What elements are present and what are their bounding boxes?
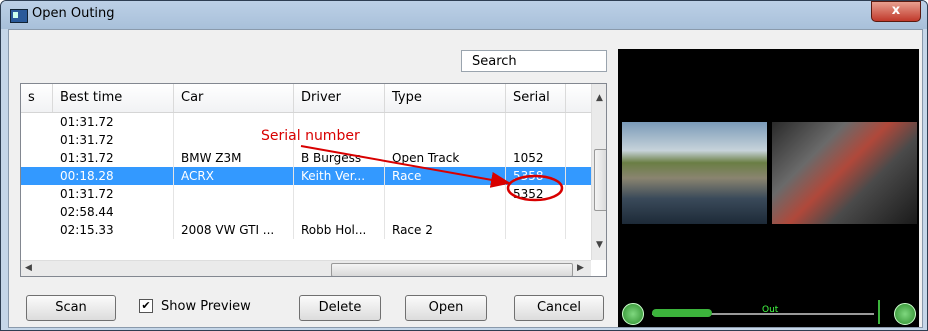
table-row[interactable]: 01:31.72 BMW Z3M B Burgess Open Track 10… xyxy=(21,149,591,167)
type-cell xyxy=(385,185,506,203)
car-cell xyxy=(174,185,294,203)
column-header-car[interactable]: Car xyxy=(174,84,294,112)
type-cell xyxy=(385,113,506,131)
best-time-cell: 01:31.72 xyxy=(53,185,174,203)
scroll-up-icon[interactable]: ▲ xyxy=(596,93,603,103)
driver-cell: Robb Hol... xyxy=(294,221,385,239)
column-header-best-time[interactable]: Best time xyxy=(53,84,174,112)
driver-cell xyxy=(294,203,385,221)
best-time-cell: 00:18.28 xyxy=(53,167,174,185)
serial-cell xyxy=(506,221,566,239)
driver-cell xyxy=(294,185,385,203)
timeline-progress[interactable] xyxy=(652,309,712,317)
scroll-left-icon[interactable]: ◀ xyxy=(25,263,32,273)
play-icon[interactable] xyxy=(622,303,644,325)
video-preview-panel: Out xyxy=(618,49,919,327)
delete-button[interactable]: Delete xyxy=(299,295,381,321)
car-cell: ACRX xyxy=(174,167,294,185)
serial-cell: 5352 xyxy=(506,185,566,203)
front-camera-video xyxy=(622,122,767,224)
show-preview-label: Show Preview xyxy=(161,299,251,314)
title-bar: Open Outing x xyxy=(1,1,927,29)
table-row-selected[interactable]: 00:18.28 ACRX Keith Ver... Race 5358 xyxy=(21,167,591,185)
column-header-s[interactable]: s xyxy=(21,84,53,112)
column-header-serial[interactable]: Serial xyxy=(506,84,566,112)
table-row[interactable]: 01:31.72 5352 xyxy=(21,185,591,203)
serial-cell: 5358 xyxy=(506,167,566,185)
out-marker[interactable] xyxy=(878,300,880,324)
serial-cell xyxy=(506,203,566,221)
annotation-label: Serial number xyxy=(261,128,360,144)
scan-button[interactable]: Scan xyxy=(26,295,116,321)
type-cell: Open Track xyxy=(385,149,506,167)
horizontal-scrollbar[interactable]: ◀ ▶ xyxy=(21,260,591,276)
cancel-button[interactable]: Cancel xyxy=(514,295,604,321)
car-cell: BMW Z3M xyxy=(174,149,294,167)
vertical-scrollbar[interactable]: ▲ ▼ xyxy=(591,84,606,260)
vertical-scroll-thumb[interactable] xyxy=(594,149,606,211)
car-cell: 2008 VW GTI ... xyxy=(174,221,294,239)
search-placeholder: Search xyxy=(472,54,517,69)
dialog-client-area: Search s Best time Car Driver Type Seria… xyxy=(8,29,923,328)
driver-cell: B Burgess xyxy=(294,149,385,167)
best-time-cell: 01:31.72 xyxy=(53,149,174,167)
horizontal-scroll-thumb[interactable] xyxy=(331,263,573,276)
outings-table: s Best time Car Driver Type Serial 01:31… xyxy=(20,83,607,277)
column-header-driver[interactable]: Driver xyxy=(294,84,385,112)
scroll-down-icon[interactable]: ▼ xyxy=(596,240,603,250)
serial-cell xyxy=(506,113,566,131)
best-time-cell: 01:31.72 xyxy=(53,113,174,131)
best-time-cell: 02:58.44 xyxy=(53,203,174,221)
volume-icon[interactable] xyxy=(894,303,916,325)
column-header-type[interactable]: Type xyxy=(385,84,506,112)
checkmark-icon: ✔ xyxy=(141,299,151,312)
close-button[interactable]: x xyxy=(871,1,921,22)
type-cell xyxy=(385,203,506,221)
type-cell: Race 2 xyxy=(385,221,506,239)
scroll-right-icon[interactable]: ▶ xyxy=(577,263,584,273)
search-input[interactable]: Search xyxy=(461,50,607,72)
type-cell xyxy=(385,131,506,149)
type-cell: Race xyxy=(385,167,506,185)
window-title: Open Outing xyxy=(32,6,115,21)
app-icon xyxy=(10,9,28,23)
open-button[interactable]: Open xyxy=(405,295,487,321)
show-preview-checkbox[interactable]: ✔ xyxy=(139,299,153,313)
car-cell xyxy=(174,203,294,221)
serial-cell xyxy=(506,131,566,149)
table-header: s Best time Car Driver Type Serial xyxy=(21,84,591,113)
serial-cell: 1052 xyxy=(506,149,566,167)
table-row[interactable]: 02:58.44 xyxy=(21,203,591,221)
table-row[interactable]: 02:15.33 2008 VW GTI ... Robb Hol... Rac… xyxy=(21,221,591,239)
best-time-cell: 01:31.72 xyxy=(53,131,174,149)
driver-cell: Keith Ver... xyxy=(294,167,385,185)
best-time-cell: 02:15.33 xyxy=(53,221,174,239)
out-marker-label: Out xyxy=(762,305,779,315)
open-outing-window: Open Outing x Search s Best time Car Dri… xyxy=(0,0,928,331)
cockpit-camera-video xyxy=(772,122,917,224)
